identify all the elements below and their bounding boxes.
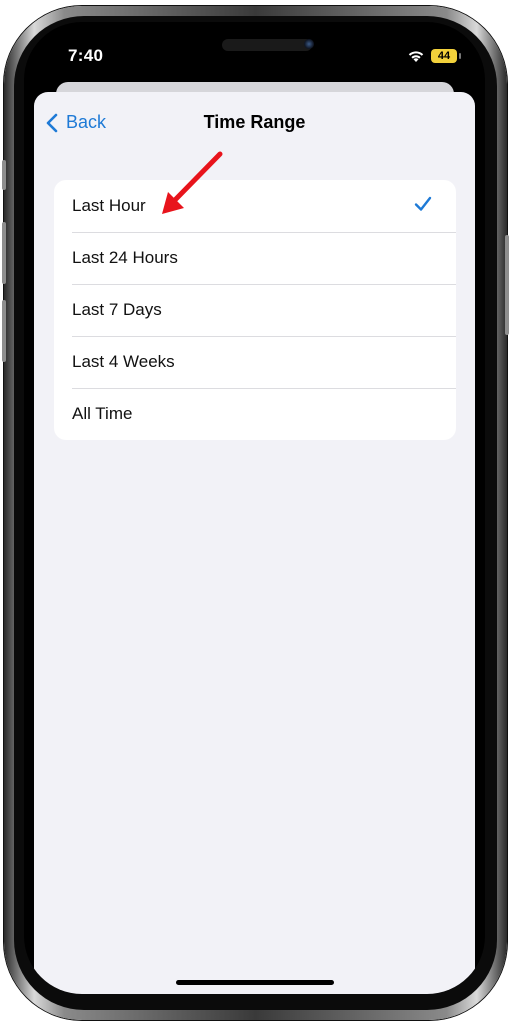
volume-up-button [2,222,6,284]
option-last-4-weeks[interactable]: Last 4 Weeks [54,336,456,388]
time-range-sheet: Back Time Range Last Hour Last 24 Hours … [34,92,475,994]
option-all-time[interactable]: All Time [54,388,456,440]
option-label: Last 24 Hours [72,248,178,267]
option-last-hour[interactable]: Last Hour [54,180,456,232]
option-label: Last 7 Days [72,300,162,319]
wifi-icon [408,51,424,62]
volume-down-button [2,300,6,362]
power-button [505,235,509,335]
page-title: Time Range [203,112,306,132]
battery-nub [459,53,461,59]
option-label: All Time [72,404,133,423]
option-label: Last Hour [72,196,146,215]
option-last-24-hours[interactable]: Last 24 Hours [54,232,456,284]
option-label: Last 4 Weeks [72,352,175,371]
checkmark-icon [414,196,432,211]
option-last-7-days[interactable]: Last 7 Days [54,284,456,336]
home-indicator[interactable] [176,980,334,985]
dynamic-island [222,39,312,51]
mute-switch [2,160,6,190]
camera-icon [304,39,314,49]
battery-icon: 44 [431,49,457,63]
status-time: 7:40 [68,46,104,65]
time-range-list: Last Hour Last 24 Hours Last 7 Days Last… [54,180,456,440]
phone-screen: 7:40 44 Back Time Range Last Hour Last 2… [24,22,485,994]
